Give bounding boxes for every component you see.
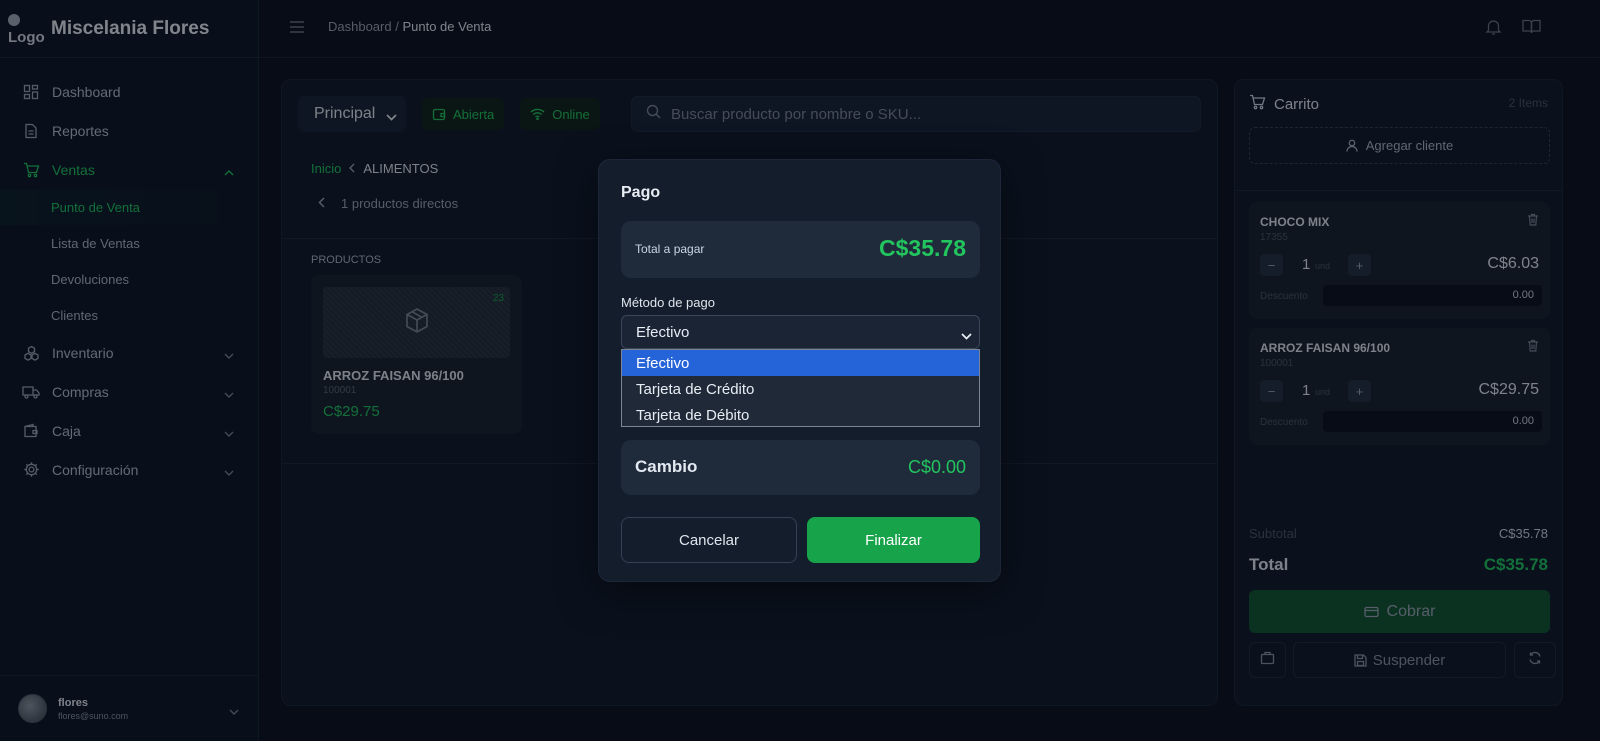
payment-option-tarjeta-debito[interactable]: Tarjeta de Débito: [622, 402, 979, 428]
payment-option-tarjeta-credito[interactable]: Tarjeta de Crédito: [622, 376, 979, 402]
total-to-pay-label: Total a pagar: [635, 242, 705, 256]
total-to-pay-box: Total a pagar C$35.78: [621, 221, 980, 278]
payment-modal: Pago Total a pagar C$35.78 Método de pag…: [598, 159, 1001, 582]
cancel-button[interactable]: Cancelar: [621, 517, 797, 563]
chevron-down-icon: [961, 327, 972, 344]
change-label: Cambio: [635, 457, 698, 476]
change-box: Cambio C$0.00: [621, 440, 980, 495]
payment-modal-title: Pago: [621, 184, 661, 201]
payment-method-label: Método de pago: [621, 295, 715, 310]
payment-method-dropdown: Efectivo Tarjeta de Crédito Tarjeta de D…: [621, 349, 980, 427]
change-value: C$0.00: [907, 457, 966, 477]
payment-method-select[interactable]: Efectivo: [621, 315, 980, 349]
finish-button[interactable]: Finalizar: [807, 517, 980, 563]
payment-method-select-value: Efectivo: [636, 323, 690, 341]
payment-option-efectivo[interactable]: Efectivo: [622, 350, 979, 376]
total-to-pay-value: C$35.78: [879, 235, 966, 261]
